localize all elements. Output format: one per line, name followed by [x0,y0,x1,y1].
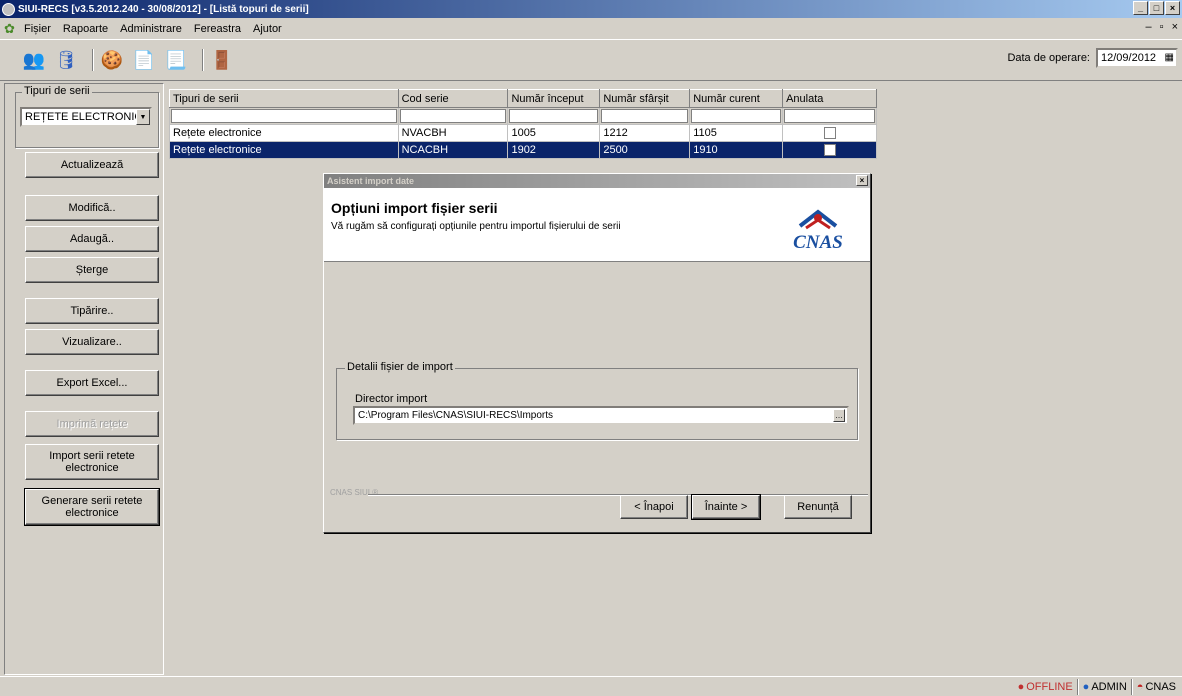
users-icon[interactable]: 👥 [22,48,46,72]
dialog-close-icon[interactable]: × [856,175,868,186]
import-dir-input[interactable]: C:\Program Files\CNAS\SIUI-RECS\Imports … [353,406,849,425]
filter-start-input[interactable] [509,109,599,123]
cell-current: 1105 [689,124,784,142]
exit-icon[interactable]: 🚪 [210,48,234,72]
import-details-group: Detalii fișier de import Director import… [336,361,858,440]
series-grid: Tipuri de serii Cod serie Număr început … [169,89,877,169]
series-type-label: Tipuri de serii [22,85,92,97]
menu-window[interactable]: Fereastra [194,23,241,35]
cnas-logo: CNAS [793,209,843,253]
cell-end: 1212 [599,124,691,142]
cancel-button[interactable]: Renunță [784,495,852,519]
cell-code: NVACBH [397,124,509,142]
status-bar: ● OFFLINE ● ADMIN ◓ CNAS [0,676,1182,696]
cancelled-checkbox[interactable] [823,144,836,156]
table-row[interactable]: Rețete electronice NVACBH 1005 1212 1105 [169,124,877,142]
op-date-label: Data de operare: [1007,52,1090,64]
update-button[interactable]: Actualizează [25,152,159,178]
op-date-input[interactable]: 12/09/2012 ▦ [1096,48,1178,68]
left-panel: Tipuri de serii REȚETE ELECTRONICE ▼ Act… [4,83,164,675]
filter-row [169,107,877,125]
app-menu-icon[interactable]: ✿ [4,21,18,36]
dialog-header: Opțiuni import fișier serii Vă rugăm să … [324,188,870,262]
import-details-label: Detalii fișier de import [345,361,455,373]
dialog-title: Asistent import date [327,176,415,186]
stamp-icon[interactable]: 🍪 [100,48,124,72]
filter-cancelled-input[interactable] [784,109,875,123]
view-button[interactable]: Vizualizare.. [25,329,159,355]
cnas-icon: ◓ [1136,680,1144,693]
operation-date: Data de operare: 12/09/2012 ▦ [1007,48,1178,68]
add-button[interactable]: Adaugă.. [25,226,159,252]
export-excel-button[interactable]: Export Excel... [25,370,159,396]
dialog-header-title: Opțiuni import fișier serii [331,200,498,216]
mdi-restore-icon[interactable]: ▫ [1160,21,1164,33]
mdi-minimize-icon[interactable]: – [1146,21,1152,33]
table-row[interactable]: Rețete electronice NCACBH 1902 2500 1910 [169,141,877,159]
delete-button[interactable]: Șterge [25,257,159,283]
col-end-header[interactable]: Număr sfârșit [599,89,691,108]
col-code-header[interactable]: Cod serie [397,89,509,108]
menu-reports[interactable]: Rapoarte [63,23,108,35]
filter-end-input[interactable] [601,109,689,123]
org-status: ◓ CNAS [1136,680,1176,693]
back-button[interactable]: < Înapoi [620,495,688,519]
cell-type: Rețete electronice [169,141,399,159]
import-wizard-dialog: Asistent import date × Opțiuni import fi… [323,173,871,533]
chevron-down-icon[interactable]: ▼ [136,109,150,125]
menu-file[interactable]: Fișier [24,23,51,35]
maximize-button[interactable]: □ [1149,1,1164,15]
menu-bar: ✿ Fișier Rapoarte Administrare Fereastra… [0,18,1182,39]
user-icon: ● [1082,680,1090,693]
cell-type: Rețete electronice [169,124,399,142]
cell-end: 2500 [599,141,691,159]
col-current-header[interactable]: Număr curent [689,89,784,108]
logo-text: CNAS [793,232,843,253]
col-type-header[interactable]: Tipuri de serii [169,89,399,108]
browse-icon[interactable]: … [833,409,845,422]
calendar-icon[interactable]: ▦ [1165,52,1174,63]
window-title: SIUI-RECS [v3.5.2012.240 - 30/08/2012] -… [18,3,309,15]
filter-current-input[interactable] [691,109,782,123]
cell-code: NCACBH [397,141,509,159]
col-start-header[interactable]: Număr început [507,89,601,108]
filter-type-input[interactable] [171,109,397,123]
toolbar: 👥 🛢 🍪 📄 📃 🚪 [0,39,1182,81]
series-type-group: Tipuri de serii REȚETE ELECTRONICE ▼ [15,85,159,148]
cell-current: 1910 [689,141,784,159]
database-icon[interactable]: 🛢 [54,48,78,72]
report-icon[interactable]: 📄 [132,48,156,72]
cancelled-checkbox[interactable] [823,127,836,139]
user-status: ● ADMIN [1082,680,1127,693]
generate-series-button[interactable]: Generare serii retete electronice [24,488,160,526]
offline-icon: ● [1017,680,1025,693]
dialog-header-subtitle: Vă rugăm să configurați opțiunile pentru… [331,221,621,232]
series-type-combo[interactable]: REȚETE ELECTRONICE ▼ [20,107,152,127]
close-button[interactable]: × [1165,1,1180,15]
next-button[interactable]: Înainte > [691,494,761,520]
app-icon [2,2,15,16]
import-dir-label: Director import [355,393,428,405]
print-button[interactable]: Tipărire.. [25,298,159,324]
offline-status: ● OFFLINE [1017,680,1073,693]
import-series-button[interactable]: Import serii retete electronice [25,444,159,480]
minimize-button[interactable]: _ [1133,1,1148,15]
grid-header: Tipuri de serii Cod serie Număr început … [169,89,877,108]
title-bar: SIUI-RECS [v3.5.2012.240 - 30/08/2012] -… [0,0,1182,18]
filter-code-input[interactable] [399,109,507,123]
print-recipes-button[interactable]: Imprimă rețete [25,411,159,437]
menu-help[interactable]: Ajutor [253,23,282,35]
cell-start: 1005 [507,124,601,142]
modify-button[interactable]: Modifică.. [25,195,159,221]
document-icon[interactable]: 📃 [164,48,188,72]
dialog-title-bar: Asistent import date × [324,174,870,188]
menu-admin[interactable]: Administrare [120,23,182,35]
col-cancelled-header[interactable]: Anulata [782,89,877,108]
mdi-close-icon[interactable]: × [1172,21,1178,33]
cell-start: 1902 [507,141,601,159]
